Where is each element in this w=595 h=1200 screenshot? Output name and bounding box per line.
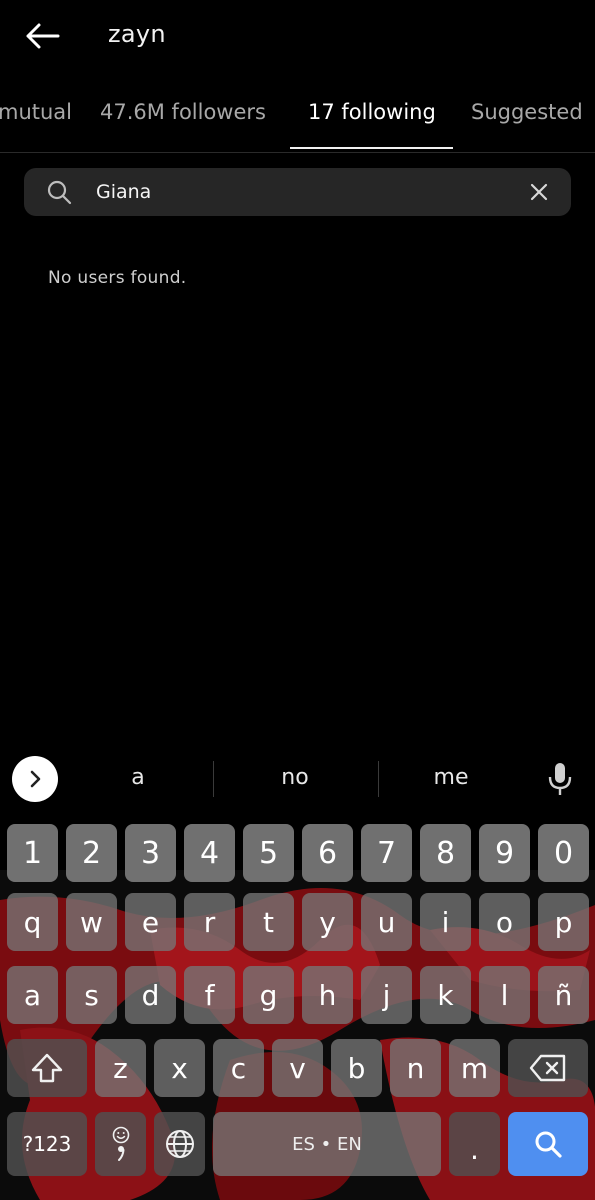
search-bar <box>24 168 571 216</box>
key-l[interactable]: l <box>479 966 530 1024</box>
language-key[interactable] <box>154 1112 205 1176</box>
key-t[interactable]: t <box>243 893 294 951</box>
key-c[interactable]: c <box>213 1039 264 1097</box>
key-z[interactable]: z <box>95 1039 146 1097</box>
key-9[interactable]: 9 <box>479 824 530 882</box>
key-3[interactable]: 3 <box>125 824 176 882</box>
key-j[interactable]: j <box>361 966 412 1024</box>
tab-mutual[interactable]: mutual <box>0 100 72 124</box>
suggestion-1[interactable]: a <box>68 765 208 790</box>
key-v[interactable]: v <box>272 1039 323 1097</box>
key-7[interactable]: 7 <box>361 824 412 882</box>
tab-followers[interactable]: 47.6M followers <box>100 100 266 124</box>
key-1[interactable]: 1 <box>7 824 58 882</box>
microphone-icon[interactable] <box>546 761 574 797</box>
suggestion-divider <box>378 761 379 797</box>
key-i[interactable]: i <box>420 893 471 951</box>
key-h[interactable]: h <box>302 966 353 1024</box>
key-q[interactable]: q <box>7 893 58 951</box>
emoji-comma-key[interactable] <box>95 1112 146 1176</box>
suggestion-2[interactable]: no <box>225 765 365 790</box>
arrow-left-icon <box>26 23 60 49</box>
key-x[interactable]: x <box>154 1039 205 1097</box>
comma-glyph-icon <box>117 1146 124 1161</box>
tab-suggested[interactable]: Suggested <box>471 100 583 124</box>
active-tab-indicator <box>290 147 453 149</box>
smiley-icon <box>112 1126 129 1144</box>
key-m[interactable]: m <box>449 1039 500 1097</box>
key-s[interactable]: s <box>66 966 117 1024</box>
page-title: zayn <box>108 20 166 48</box>
search-action-key[interactable] <box>508 1112 588 1176</box>
key-n-tilde[interactable]: ñ <box>538 966 589 1024</box>
key-k[interactable]: k <box>420 966 471 1024</box>
tab-bar: mutual 47.6M followers 17 following Sugg… <box>0 88 595 153</box>
search-icon <box>535 1131 562 1158</box>
key-f[interactable]: f <box>184 966 235 1024</box>
tab-following[interactable]: 17 following <box>308 100 436 124</box>
globe-icon <box>165 1130 194 1158</box>
key-e[interactable]: e <box>125 893 176 951</box>
key-o[interactable]: o <box>479 893 530 951</box>
shift-icon <box>31 1053 63 1083</box>
key-u[interactable]: u <box>361 893 412 951</box>
period-key[interactable]: . <box>449 1112 500 1176</box>
key-w[interactable]: w <box>66 893 117 951</box>
key-g[interactable]: g <box>243 966 294 1024</box>
key-d[interactable]: d <box>125 966 176 1024</box>
app-header: zayn <box>0 0 595 72</box>
suggestion-divider <box>213 761 214 797</box>
key-y[interactable]: y <box>302 893 353 951</box>
shift-key[interactable] <box>7 1039 87 1097</box>
key-p[interactable]: p <box>538 893 589 951</box>
chevron-right-icon <box>30 770 41 788</box>
key-0[interactable]: 0 <box>538 824 589 882</box>
empty-results-message: No users found. <box>48 268 187 288</box>
back-button[interactable] <box>22 18 62 54</box>
symbols-key[interactable]: ?123 <box>7 1112 87 1176</box>
key-r[interactable]: r <box>184 893 235 951</box>
key-2[interactable]: 2 <box>66 824 117 882</box>
space-key[interactable]: ES • EN <box>213 1112 441 1176</box>
search-input[interactable] <box>96 176 496 208</box>
backspace-icon <box>529 1054 566 1082</box>
key-b[interactable]: b <box>331 1039 382 1097</box>
suggestion-bar: a no me <box>0 745 595 815</box>
toolbar-expand-button[interactable] <box>12 756 58 802</box>
key-8[interactable]: 8 <box>420 824 471 882</box>
search-icon <box>47 180 72 205</box>
suggestion-3[interactable]: me <box>381 765 521 790</box>
key-a[interactable]: a <box>7 966 58 1024</box>
key-5[interactable]: 5 <box>243 824 294 882</box>
close-icon[interactable] <box>527 180 551 204</box>
key-n[interactable]: n <box>390 1039 441 1097</box>
backspace-key[interactable] <box>508 1039 588 1097</box>
key-6[interactable]: 6 <box>302 824 353 882</box>
on-screen-keyboard: a no me 1 2 3 4 5 6 7 8 9 0 q w e r t y … <box>0 745 595 1200</box>
key-4[interactable]: 4 <box>184 824 235 882</box>
